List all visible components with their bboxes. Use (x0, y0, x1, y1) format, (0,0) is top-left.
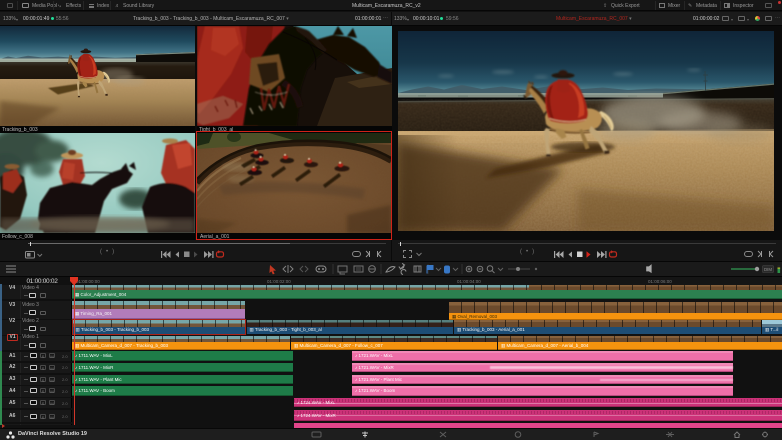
svg-text:DIM: DIM (764, 267, 772, 272)
